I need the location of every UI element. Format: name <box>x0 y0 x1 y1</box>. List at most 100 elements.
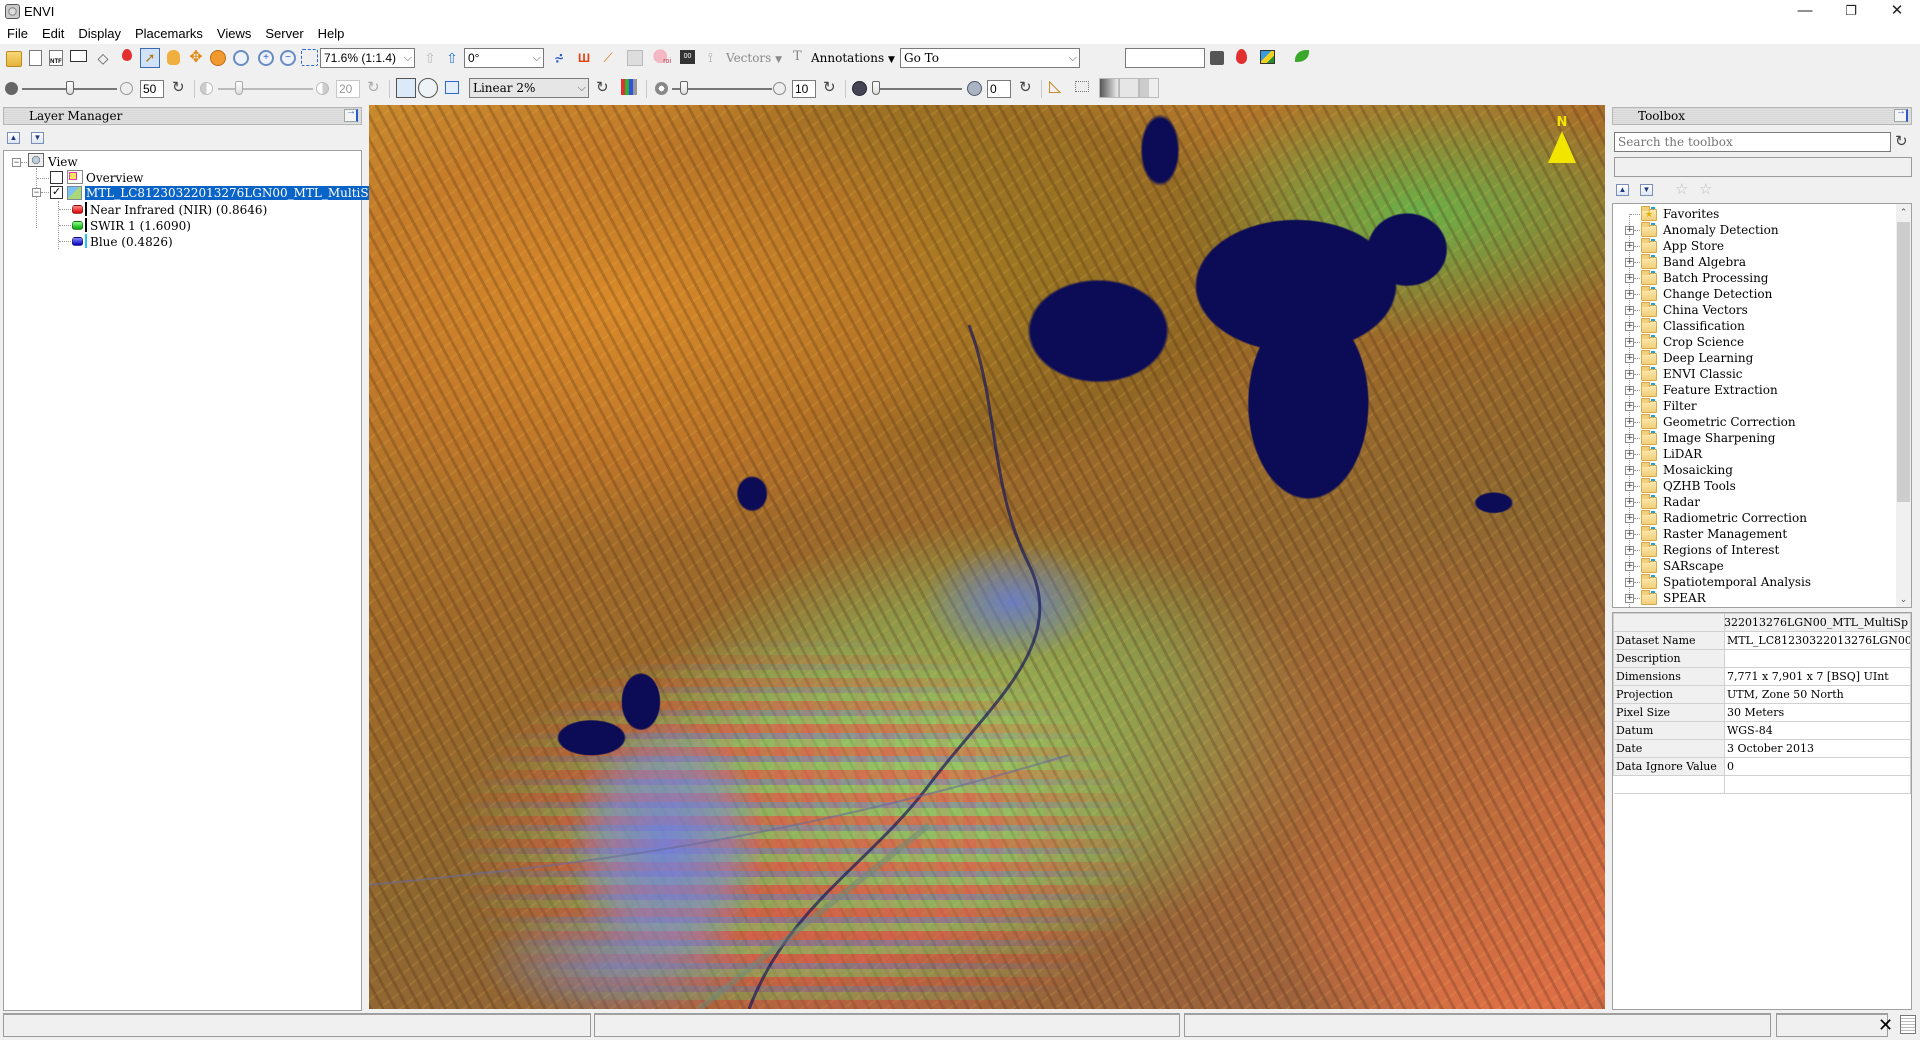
transparency-input[interactable]: 0 <box>987 80 1011 98</box>
open-icon[interactable] <box>6 51 22 67</box>
minimize-button[interactable]: — <box>1782 0 1828 24</box>
toolbox-item[interactable]: + Radar <box>1613 494 1893 510</box>
fly-icon[interactable]: ✥ <box>188 50 204 66</box>
toolbox-item[interactable]: + Regions of Interest <box>1613 542 1893 558</box>
toolbox-item[interactable]: + SPEAR <box>1613 590 1893 606</box>
menu-file[interactable]: File <box>0 24 35 44</box>
leaf-icon[interactable] <box>1295 50 1309 62</box>
expand-toggle[interactable]: + <box>1625 338 1634 347</box>
toolbox-item[interactable]: ★ Favorites <box>1613 206 1893 222</box>
menu-edit[interactable]: Edit <box>35 24 71 44</box>
expand-toggle[interactable]: + <box>1625 450 1634 459</box>
ntf-icon[interactable]: NTF <box>49 50 63 66</box>
expand-toggle[interactable]: + <box>1625 594 1634 603</box>
expand-toggle[interactable]: + <box>1625 514 1634 523</box>
scroll-up-icon[interactable]: ⌃ <box>1896 204 1911 220</box>
dataset-checkbox[interactable]: ✓ <box>50 186 63 199</box>
crosshair-icon[interactable]: ⩫ <box>551 50 567 66</box>
expand-toggle[interactable]: + <box>1625 370 1634 379</box>
refresh-toolbox-icon[interactable]: ↻ <box>1895 134 1911 150</box>
chip-view-icon[interactable] <box>1075 81 1089 92</box>
reset-sharpen-icon[interactable]: ↻ <box>823 80 839 96</box>
toolbox-item[interactable]: + ENVI Classic <box>1613 366 1893 382</box>
close-button[interactable]: ✕ <box>1874 0 1920 24</box>
tree-item-overview[interactable]: Overview <box>86 170 143 186</box>
expand-toggle[interactable]: + <box>1625 562 1634 571</box>
toolbox-item[interactable]: + Mosaicking <box>1613 462 1893 478</box>
swipe-icon[interactable] <box>1139 78 1159 98</box>
expand-toggle[interactable]: + <box>1625 258 1634 267</box>
zoom-full-icon[interactable] <box>301 49 318 66</box>
flicker-icon[interactable] <box>1119 78 1139 98</box>
select-icon[interactable]: ➚ <box>140 48 160 68</box>
expand-toggle[interactable]: + <box>1625 242 1634 251</box>
collapse-dataset-toggle[interactable]: − <box>32 188 41 197</box>
restore-button[interactable]: ❐ <box>1828 0 1874 24</box>
expand-toggle[interactable]: + <box>1625 578 1634 587</box>
hand-pan-icon[interactable] <box>167 50 180 65</box>
menu-placemarks[interactable]: Placemarks <box>128 24 210 44</box>
vector-edit-icon[interactable] <box>627 50 643 66</box>
expand-toggle[interactable]: + <box>1625 466 1634 475</box>
menu-display[interactable]: Display <box>71 24 128 44</box>
expand-toggle[interactable]: + <box>1625 530 1634 539</box>
image-export-icon[interactable] <box>1260 50 1275 64</box>
roi-icon[interactable]: roi <box>653 49 671 67</box>
dock-panel-icon[interactable] <box>344 106 358 122</box>
resize-grip-icon[interactable] <box>1900 1015 1916 1034</box>
toolbox-item[interactable]: + Change Detection <box>1613 286 1893 302</box>
blend-icon[interactable] <box>1099 78 1119 98</box>
transparency-slider-track[interactable] <box>872 88 962 90</box>
expand-toggle[interactable]: + <box>1625 226 1634 235</box>
toolbox-item[interactable]: + LiDAR <box>1613 446 1893 462</box>
sharpen-slider-thumb[interactable] <box>680 81 688 95</box>
toolbox-item[interactable]: + SARscape <box>1613 558 1893 574</box>
rotate-view-icon[interactable]: ⇧ <box>444 50 460 66</box>
toolbox-item[interactable]: + China Vectors <box>1613 302 1893 318</box>
toolbox-item[interactable]: + Geometric Correction <box>1613 414 1893 430</box>
reset-transparency-icon[interactable]: ↻ <box>1019 80 1035 96</box>
expand-toggle[interactable]: + <box>1625 354 1634 363</box>
expand-toggle[interactable]: + <box>1625 546 1634 555</box>
toolbox-item[interactable]: + Deep Learning <box>1613 350 1893 366</box>
cursor-value-icon[interactable]: ⟋ <box>600 50 616 66</box>
expand-toggle[interactable]: + <box>1625 434 1634 443</box>
expand-toggle[interactable]: + <box>1625 482 1634 491</box>
toolbox-item[interactable]: + Feature Extraction <box>1613 382 1893 398</box>
scroll-down-icon[interactable]: ⌄ <box>1896 591 1911 607</box>
brightness-slider-thumb[interactable] <box>66 81 74 95</box>
expand-toggle[interactable]: + <box>1625 290 1634 299</box>
transparency-slider-thumb[interactable] <box>872 81 880 95</box>
toolbox-item[interactable]: + QZHB Tools <box>1613 478 1893 494</box>
reset-brightness-icon[interactable]: ↻ <box>172 80 188 96</box>
contrast-slider-track[interactable] <box>218 88 313 90</box>
north-up-icon[interactable]: ⇧ <box>422 50 438 66</box>
toolbox-item[interactable]: + Classification <box>1613 318 1893 334</box>
reset-stretch-icon[interactable]: ↻ <box>596 80 612 96</box>
histogram-icon[interactable] <box>621 79 637 95</box>
toolbox-item[interactable]: + Filter <box>1613 398 1893 414</box>
expand-toggle[interactable]: + <box>1625 274 1634 283</box>
sharpen-input[interactable]: 10 <box>792 80 816 98</box>
spectral-profile-icon[interactable]: Ш <box>576 50 592 66</box>
expand-toggle[interactable]: + <box>1625 418 1634 427</box>
toolbox-item[interactable]: + Batch Processing <box>1613 270 1893 286</box>
annotations-menu[interactable]: Annotations ▼ <box>811 48 895 70</box>
tree-item-dataset[interactable]: MTL_LC81230322013276LGN00_MTL_MultiSpect… <box>85 185 413 201</box>
vectors-menu[interactable]: Vectors ▼ <box>726 48 782 70</box>
toolbox-item[interactable]: + Image Sharpening <box>1613 430 1893 446</box>
move-layer-down-button[interactable]: ▼ <box>31 132 44 144</box>
toolbox-item[interactable]: + Anomaly Detection <box>1613 222 1893 238</box>
expand-toggle[interactable]: + <box>1625 498 1634 507</box>
menu-server[interactable]: Server <box>258 24 310 44</box>
toolbox-search-input[interactable] <box>1614 132 1891 152</box>
toolbox-collapse-button[interactable]: ▼ <box>1640 184 1653 196</box>
remove-favorite-icon[interactable]: ☆ <box>1699 182 1715 198</box>
expand-toggle[interactable]: + <box>1625 322 1634 331</box>
menu-views[interactable]: Views <box>210 24 258 44</box>
fit-view-icon[interactable] <box>445 81 459 94</box>
zoom-out-icon[interactable]: − <box>280 50 296 66</box>
toolbox-item[interactable]: + Radiometric Correction <box>1613 510 1893 526</box>
toolbox-item[interactable]: + Band Algebra <box>1613 254 1893 270</box>
toolbox-scrollbar[interactable]: ⌃ ⌄ <box>1896 204 1911 607</box>
